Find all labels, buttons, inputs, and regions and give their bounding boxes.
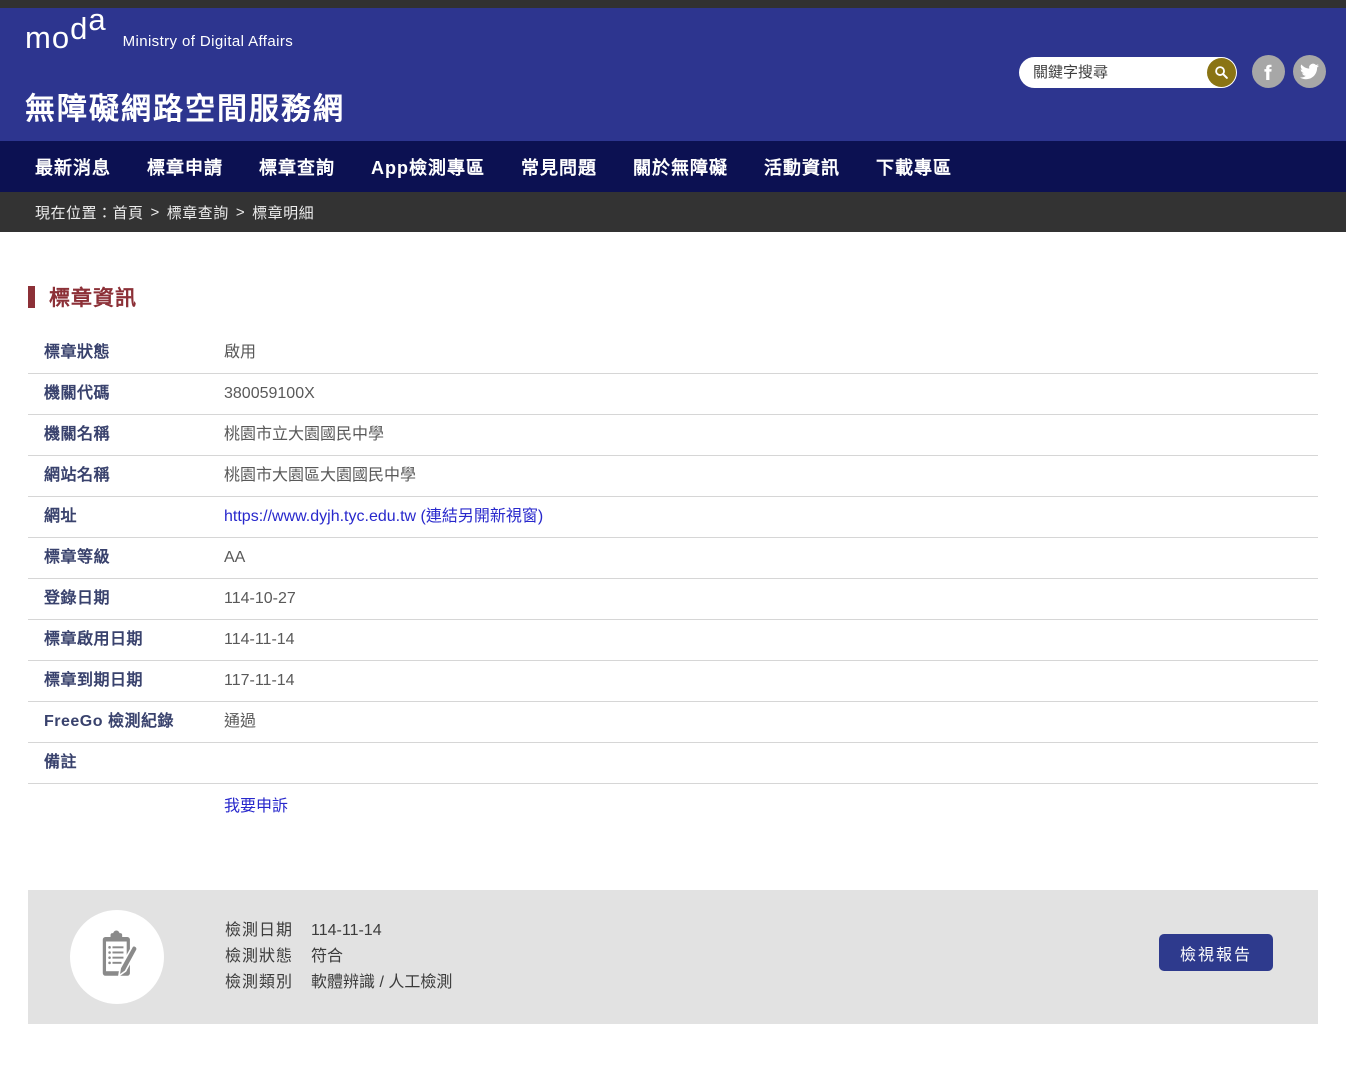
twitter-icon	[1300, 62, 1319, 81]
nav-item-badge-search[interactable]: 標章查詢	[241, 154, 353, 180]
twitter-button[interactable]	[1293, 55, 1326, 88]
breadcrumb: 現在位置： 首頁 > 標章查詢 > 標章明細	[0, 192, 1346, 232]
row-label: 標章等級	[44, 548, 224, 568]
table-row-site-name: 網站名稱 桃園市大園區大園國民中學	[28, 456, 1318, 497]
main-nav: 最新消息 標章申請 標章查詢 App檢測專區 常見問題 關於無障礙 活動資訊 下…	[0, 141, 1346, 192]
row-value: 我要申訴	[224, 797, 288, 817]
nav-item-faq[interactable]: 常見問題	[503, 154, 615, 180]
report-details: 檢測日期 114-11-14 檢測狀態 符合 檢測類別 軟體辨識 / 人工檢測	[225, 918, 452, 996]
row-value: 啟用	[224, 343, 256, 363]
report-row-date: 檢測日期 114-11-14	[225, 918, 452, 944]
breadcrumb-current: 標章明細	[252, 202, 314, 223]
ministry-name: Ministry of Digital Affairs	[123, 33, 294, 53]
row-label: 登錄日期	[44, 589, 224, 609]
nav-item-badge-apply[interactable]: 標章申請	[129, 154, 241, 180]
moda-logo-letters: moda	[25, 22, 107, 53]
report-label: 檢測狀態	[225, 944, 293, 970]
table-row-remarks: 備註	[28, 743, 1318, 784]
report-value: 軟體辨識 / 人工檢測	[311, 970, 452, 996]
row-value: 114-10-27	[224, 589, 296, 609]
row-label: 標章啟用日期	[44, 630, 224, 650]
row-value: 桃園市大園區大園國民中學	[224, 466, 416, 486]
breadcrumb-home[interactable]: 首頁	[113, 202, 144, 223]
report-label: 檢測類別	[225, 970, 293, 996]
badge-info-table: 標章狀態 啟用 機關代碼 380059100X 機關名稱 桃園市立大園國民中學 …	[28, 333, 1318, 827]
page-title: 標章資訊	[49, 282, 137, 312]
website-link[interactable]: https://www.dyjh.tyc.edu.tw	[224, 508, 416, 525]
facebook-button[interactable]	[1252, 55, 1285, 88]
row-label: 標章狀態	[44, 343, 224, 363]
search-box	[1019, 57, 1237, 88]
table-row-register-date: 登錄日期 114-10-27	[28, 579, 1318, 620]
row-label	[44, 797, 224, 817]
breadcrumb-separator: >	[151, 204, 160, 221]
breadcrumb-badge-search[interactable]: 標章查詢	[167, 202, 229, 223]
main-content: 標章資訊 標章狀態 啟用 機關代碼 380059100X 機關名稱 桃園市立大園…	[0, 284, 1346, 1024]
row-label: 網站名稱	[44, 466, 224, 486]
table-row-org-code: 機關代碼 380059100X	[28, 374, 1318, 415]
site-header: moda Ministry of Digital Affairs 無障礙網路空間…	[0, 8, 1346, 141]
row-label: 備註	[44, 753, 224, 773]
nav-item-app-testing[interactable]: App檢測專區	[353, 154, 503, 180]
moda-logo[interactable]: moda Ministry of Digital Affairs	[25, 22, 293, 53]
report-row-category: 檢測類別 軟體辨識 / 人工檢測	[225, 970, 452, 996]
breadcrumb-prefix: 現在位置：	[35, 202, 113, 223]
table-row-url: 網址 https://www.dyjh.tyc.edu.tw (連結另開新視窗)	[28, 497, 1318, 538]
view-report-button[interactable]: 檢視報告	[1159, 934, 1273, 971]
report-icon-circle	[70, 910, 164, 1004]
appeal-link[interactable]: 我要申訴	[224, 798, 288, 815]
section-header: 標章資訊	[28, 284, 1318, 310]
facebook-icon	[1258, 61, 1280, 83]
nav-item-news[interactable]: 最新消息	[17, 154, 129, 180]
row-label: 機關代碼	[44, 384, 224, 404]
report-row-status: 檢測狀態 符合	[225, 944, 452, 970]
top-strip	[0, 0, 1346, 8]
report-value: 114-11-14	[311, 918, 382, 944]
row-label: 機關名稱	[44, 425, 224, 445]
search-button[interactable]	[1207, 58, 1236, 87]
new-window-note: (連結另開新視窗)	[416, 508, 543, 525]
row-value: https://www.dyjh.tyc.edu.tw (連結另開新視窗)	[224, 507, 543, 527]
row-label: 標章到期日期	[44, 671, 224, 691]
report-value: 符合	[311, 944, 343, 970]
table-row-badge-level: 標章等級 AA	[28, 538, 1318, 579]
row-value: 通過	[224, 712, 256, 732]
site-title[interactable]: 無障礙網路空間服務網	[25, 84, 345, 128]
table-row-expire-date: 標章到期日期 117-11-14	[28, 661, 1318, 702]
nav-item-events[interactable]: 活動資訊	[746, 154, 858, 180]
row-value: 桃園市立大園國民中學	[224, 425, 384, 445]
nav-item-downloads[interactable]: 下載專區	[858, 154, 970, 180]
inspection-report-panel: 檢測日期 114-11-14 檢測狀態 符合 檢測類別 軟體辨識 / 人工檢測 …	[28, 890, 1318, 1024]
row-label: FreeGo 檢測紀錄	[44, 712, 224, 732]
table-row-badge-status: 標章狀態 啟用	[28, 333, 1318, 374]
search-input[interactable]	[1033, 64, 1207, 81]
table-row-org-name: 機關名稱 桃園市立大園國民中學	[28, 415, 1318, 456]
magnifier-icon	[1213, 64, 1230, 81]
row-value: 380059100X	[224, 384, 315, 404]
nav-item-about[interactable]: 關於無障礙	[615, 154, 746, 180]
table-row-freego-record: FreeGo 檢測紀錄 通過	[28, 702, 1318, 743]
report-label: 檢測日期	[225, 918, 293, 944]
row-value: AA	[224, 548, 245, 568]
table-row-enable-date: 標章啟用日期 114-11-14	[28, 620, 1318, 661]
section-accent-bar	[28, 286, 35, 308]
row-value: 114-11-14	[224, 630, 295, 650]
breadcrumb-separator: >	[236, 204, 245, 221]
row-label: 網址	[44, 507, 224, 527]
row-value: 117-11-14	[224, 671, 295, 691]
clipboard-pen-icon	[86, 926, 148, 988]
table-row-appeal: 我要申訴	[28, 784, 1318, 827]
